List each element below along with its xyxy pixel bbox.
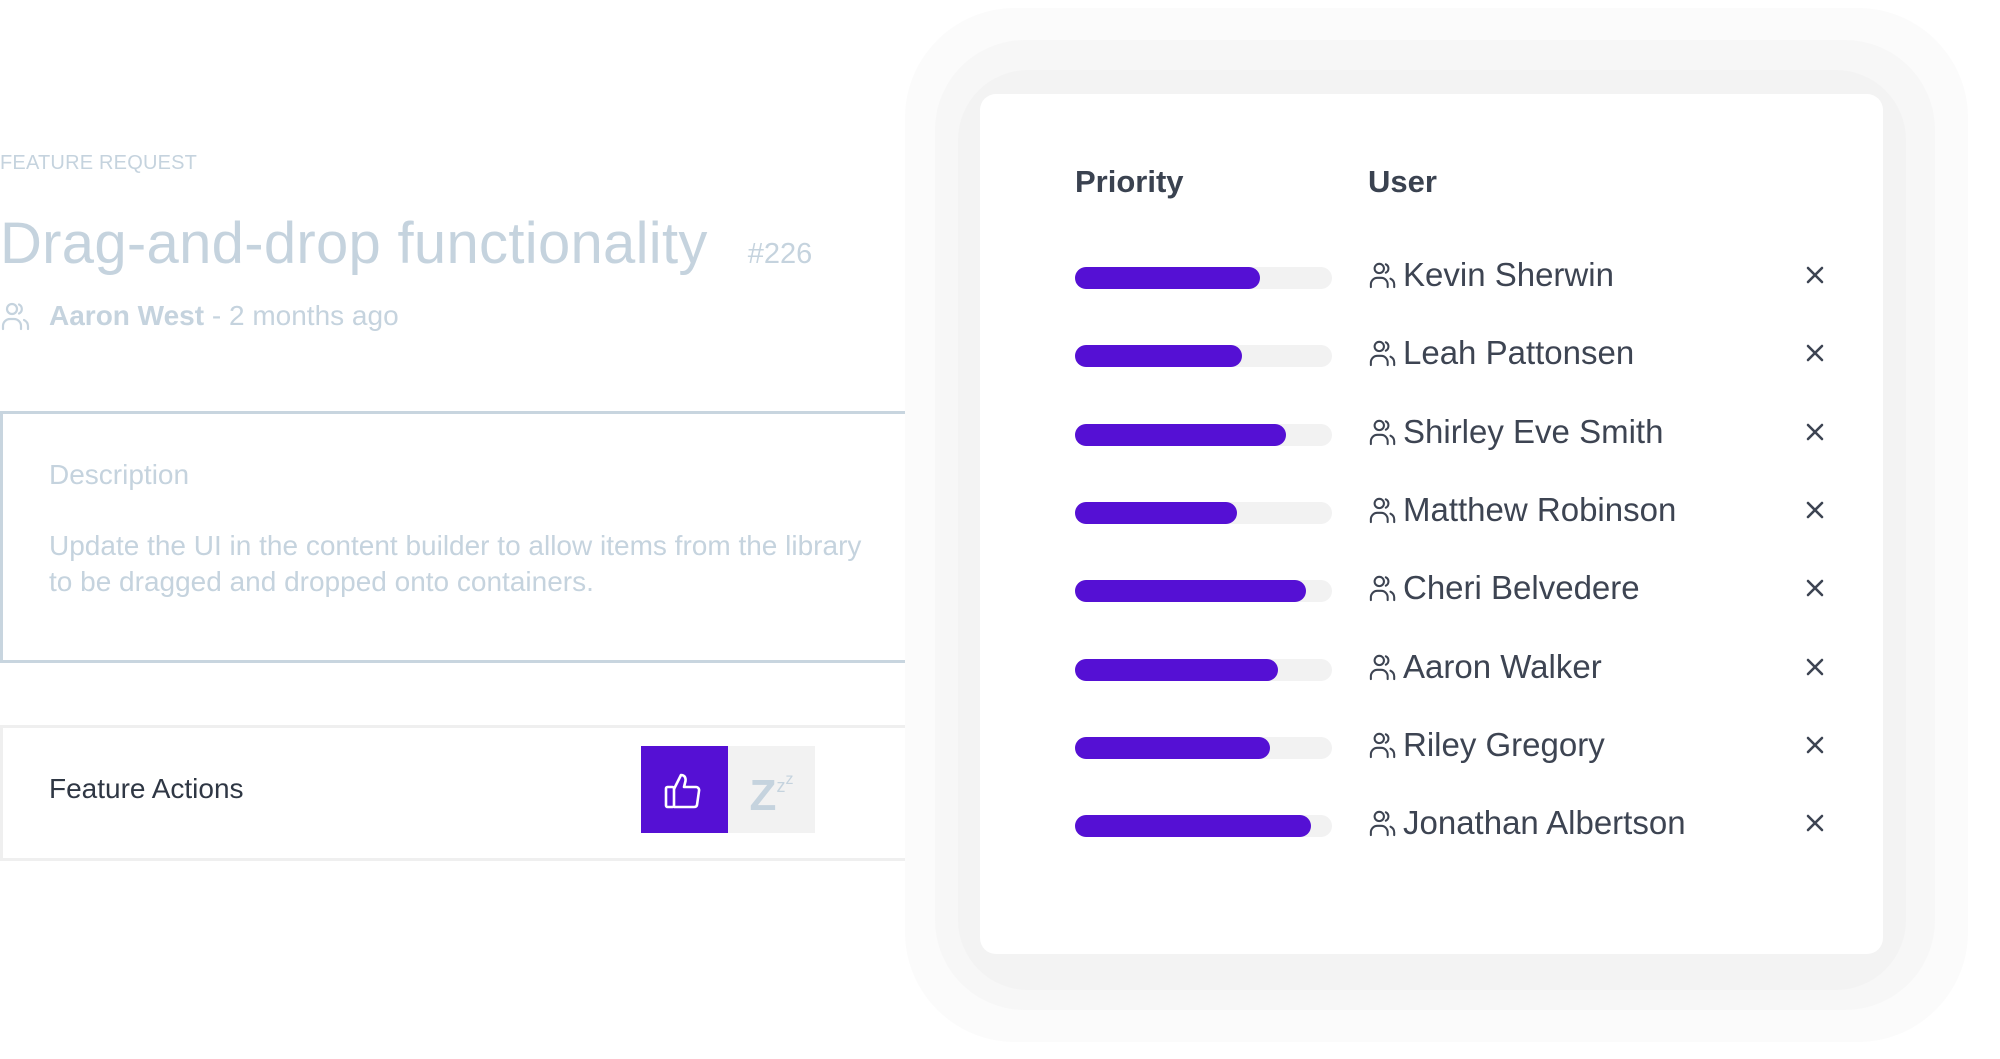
page-title: Drag-and-drop functionality	[0, 211, 708, 276]
priority-bar[interactable]	[1075, 501, 1332, 524]
users-icon	[1369, 262, 1396, 289]
ticket-number: #226	[747, 238, 813, 270]
close-icon	[1806, 344, 1824, 362]
user-row: Shirley Eve Smith	[980, 403, 1883, 463]
meta-separator: -	[204, 300, 229, 331]
priority-bar-fill	[1075, 580, 1307, 603]
author-meta: Aaron West - 2 months ago	[0, 300, 399, 332]
user-name: Jonathan Albertson	[1403, 804, 1686, 842]
user-name: Leah Pattonsen	[1403, 334, 1635, 372]
remove-user-button[interactable]	[1800, 730, 1830, 760]
time-ago: 2 months ago	[228, 300, 399, 331]
priority-bar-fill	[1075, 267, 1261, 289]
user-name: Riley Gregory	[1403, 725, 1605, 763]
remove-user-button[interactable]	[1800, 260, 1830, 290]
user-row: Leah Pattonsen	[980, 324, 1883, 384]
priority-bar-fill	[1075, 658, 1279, 681]
users-icon	[1369, 575, 1396, 602]
priority-bar[interactable]	[1075, 815, 1332, 838]
user-name: Cheri Belvedere	[1403, 569, 1640, 607]
priority-bar-fill	[1075, 815, 1312, 838]
users-icon	[1369, 732, 1396, 758]
users-icon	[1369, 341, 1396, 367]
close-icon	[1806, 579, 1824, 597]
description-box: Description Update the UI in the content…	[0, 411, 931, 663]
user-row: Cheri Belvedere	[980, 559, 1883, 619]
user-name: Aaron Walker	[1403, 647, 1602, 685]
feature-actions-box: Feature Actions Zzz	[0, 725, 931, 861]
priority-bar-fill	[1075, 423, 1286, 446]
description-text: Update the UI in the content builder to …	[49, 530, 862, 597]
users-icon	[1369, 419, 1396, 445]
upvote-button[interactable]	[641, 746, 728, 833]
close-icon	[1806, 423, 1824, 440]
priority-bar-fill	[1075, 345, 1243, 368]
users-icon	[1, 302, 30, 331]
user-row: Aaron Walker	[980, 638, 1883, 698]
priority-card: Priority User Kevin Sherwin Leah Pattonse…	[980, 94, 1883, 954]
priority-bar[interactable]	[1075, 580, 1332, 603]
user-row: Kevin Sherwin	[980, 246, 1883, 306]
feature-actions-label: Feature Actions	[49, 773, 244, 804]
user-row: Riley Gregory	[980, 716, 1883, 776]
author-name[interactable]: Aaron West	[49, 300, 204, 332]
close-icon	[1806, 814, 1824, 832]
priority-bar[interactable]	[1075, 267, 1332, 289]
priority-bar[interactable]	[1075, 658, 1332, 681]
users-icon	[1369, 654, 1396, 680]
remove-user-button[interactable]	[1800, 417, 1830, 447]
close-icon	[1806, 501, 1824, 519]
user-name: Matthew Robinson	[1403, 490, 1677, 528]
feature-kicker: FEATURE REQUEST	[0, 152, 198, 174]
close-icon	[1806, 266, 1824, 284]
description-label: Description	[49, 459, 190, 490]
user-row: Matthew Robinson	[980, 481, 1883, 541]
title-row: Drag-and-drop functionality #226	[0, 210, 812, 277]
user-row: Jonathan Albertson	[980, 794, 1883, 854]
users-icon	[1369, 810, 1396, 837]
remove-user-button[interactable]	[1800, 808, 1830, 838]
priority-bar-fill	[1075, 501, 1237, 524]
remove-user-button[interactable]	[1800, 338, 1830, 368]
priority-bar[interactable]	[1075, 345, 1332, 368]
close-icon	[1806, 736, 1824, 754]
snooze-icon: Zzz	[749, 770, 794, 820]
remove-user-button[interactable]	[1800, 495, 1830, 525]
remove-user-button[interactable]	[1800, 652, 1830, 682]
priority-bar[interactable]	[1075, 736, 1332, 759]
user-name: Shirley Eve Smith	[1403, 412, 1664, 450]
close-icon	[1806, 658, 1824, 675]
users-icon	[1369, 497, 1396, 524]
priority-bar[interactable]	[1075, 423, 1332, 446]
thumbs-up-icon	[664, 773, 700, 808]
remove-user-button[interactable]	[1800, 573, 1830, 603]
user-name: Kevin Sherwin	[1403, 256, 1614, 293]
user-column-header: User	[1368, 164, 1437, 199]
priority-bar-fill	[1075, 736, 1271, 759]
priority-column-header: Priority	[1075, 164, 1184, 199]
snooze-button[interactable]: Zzz	[728, 746, 815, 833]
